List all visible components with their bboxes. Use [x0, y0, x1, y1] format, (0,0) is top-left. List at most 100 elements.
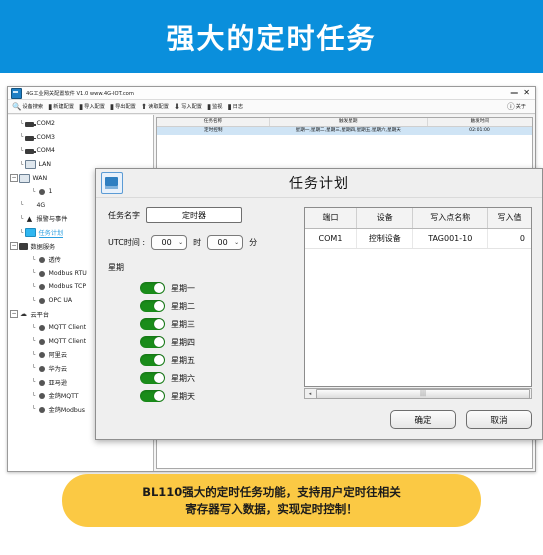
weekday-row-4: 星期五 — [140, 351, 298, 369]
tree-indent: └ — [31, 338, 36, 345]
tree-item-label: 金鸽MQTT — [48, 393, 79, 401]
tree-indent: └ — [31, 392, 36, 399]
write-point-grid[interactable]: 端口 设备 写入点名称 写入值 COM1 控制设备 TAG001-10 0 — [304, 207, 532, 387]
tree-item-2[interactable]: └ COM4 — [10, 144, 153, 158]
toolbar-button-export-config[interactable]: ▮ 导出配置 — [110, 103, 136, 111]
task-plan-icon — [25, 228, 36, 238]
tree-item-label: 4G — [36, 201, 46, 209]
weekday-toggle-0[interactable] — [140, 282, 165, 294]
node-icon — [38, 298, 45, 305]
weekday-toggle-1[interactable] — [140, 300, 165, 312]
node-icon — [38, 325, 45, 332]
tree-item-0[interactable]: └ COM2 — [10, 117, 153, 131]
hour-value: 00 — [161, 238, 172, 247]
dialog-actions: 确定 取消 — [390, 410, 532, 429]
toolbar-button-write-config[interactable]: ⬇ 写入配置 — [174, 103, 202, 111]
task-name-input[interactable]: 定时器 — [146, 207, 242, 223]
table-row[interactable]: COM1 控制设备 TAG001-10 0 — [305, 229, 531, 249]
cell-trigger-time: 02:01:00 — [469, 128, 490, 133]
tree-item-label: 云平台 — [30, 311, 50, 319]
weekday-label: 星期四 — [171, 337, 195, 347]
tree-expander-icon[interactable]: − — [10, 174, 18, 183]
weekday-toggle-6[interactable] — [140, 390, 165, 402]
toolbar-button-new-config[interactable]: ▮ 新建配置 — [48, 103, 74, 111]
chevron-down-icon: ⌄ — [178, 239, 184, 246]
tree-expander-icon[interactable]: − — [10, 310, 18, 319]
tree-item-label: Modbus TCP — [48, 283, 87, 291]
tree-indent: └ — [31, 406, 36, 413]
toggle-knob — [154, 391, 164, 401]
node-icon — [38, 257, 45, 264]
weekday-row-5: 星期六 — [140, 369, 298, 387]
weekday-toggle-5[interactable] — [140, 372, 165, 384]
com-port-icon — [25, 135, 36, 141]
toolbar-button-import-config[interactable]: ▮ 导入配置 — [79, 103, 105, 111]
weekday-toggle-2[interactable] — [140, 318, 165, 330]
monitor-icon: ▮ — [206, 101, 212, 111]
minute-select[interactable]: 00 ⌄ — [207, 235, 244, 250]
weekday-label: 星期一 — [171, 283, 195, 293]
tree-item-label: 任务计划 — [38, 229, 64, 238]
node-icon — [38, 284, 45, 291]
tree-item-label: 1 — [48, 188, 53, 196]
tree-item-label: MQTT Client — [48, 324, 87, 332]
tree-item-label: 报警与事件 — [36, 216, 68, 224]
import-config-icon: ▮ — [79, 101, 84, 111]
task-plan-dialog: 任务计划 任务名字 定时器 UTC时间 : 00 ⌄ 时 00 ⌄ 分 星期 星… — [95, 168, 543, 440]
node-icon — [38, 270, 45, 277]
toolbar-button-about[interactable]: ⓘ 关于 — [507, 103, 526, 111]
search-icon: 🔍 — [12, 101, 22, 111]
table-row[interactable]: 定时控制 星期一,星期二,星期三,星期四,星期五,星期六,星期天 02:01:0… — [157, 127, 532, 135]
weekday-toggle-3[interactable] — [140, 336, 165, 348]
task-list-header: 任务名称 触发星期 触发时间 — [157, 118, 532, 127]
export-config-icon: ▮ — [109, 101, 115, 111]
tree-indent: └ — [19, 120, 24, 127]
toolbar-label: 日志 — [232, 104, 244, 110]
com-port-icon — [25, 149, 36, 155]
scrollbar-thumb[interactable]: ||| — [316, 388, 530, 399]
tree-expander-icon[interactable]: − — [10, 242, 18, 251]
minimize-icon[interactable]: — — [510, 89, 518, 97]
weekday-toggle-4[interactable] — [140, 354, 165, 366]
weekday-label: 星期天 — [171, 391, 195, 401]
toolbar-button-search[interactable]: 🔍 设备搜索 — [12, 103, 43, 111]
server-icon — [19, 242, 28, 250]
tree-indent: └ — [31, 283, 36, 290]
toolbar-label: 写入配置 — [181, 104, 202, 110]
tree-item-1[interactable]: └ COM3 — [10, 131, 153, 145]
tree-indent: └ — [19, 134, 24, 141]
tree-item-label: COM2 — [36, 120, 55, 128]
weekday-toggle-list: 星期一 星期二 星期三 星期四 星期五 星期六 星期天 — [108, 279, 298, 405]
column-header-port: 端口 — [305, 208, 357, 228]
tree-item-label: Modbus RTU — [48, 269, 87, 277]
tree-indent: └ — [19, 202, 24, 209]
page-banner: 强大的定时任务 — [0, 0, 543, 73]
toolbar-button-monitor[interactable]: ▮ 监视 — [207, 103, 223, 111]
column-header-device: 设备 — [357, 208, 414, 228]
weekday-row-1: 星期二 — [140, 297, 298, 315]
task-name-label: 任务名字 — [108, 210, 140, 220]
log-icon: ▮ — [227, 101, 232, 111]
scroll-left-arrow-icon[interactable]: ◂ — [305, 391, 315, 397]
grid-horizontal-scrollbar[interactable]: ◂ ||| — [304, 388, 532, 399]
ok-button[interactable]: 确定 — [390, 410, 456, 429]
toggle-knob — [154, 373, 164, 383]
close-icon[interactable]: ✕ — [523, 89, 530, 97]
window-title: 4G工业网关配置软件 V1.0 www.4G-IOT.com — [26, 90, 134, 97]
tree-item-label: 透传 — [48, 257, 61, 265]
cancel-button[interactable]: 取消 — [466, 410, 532, 429]
toolbar-button-read-config[interactable]: ⬆ 读取配置 — [141, 103, 169, 111]
new-config-icon: ▮ — [48, 101, 53, 111]
weekday-row-0: 星期一 — [140, 279, 298, 297]
minute-unit-label: 分 — [249, 238, 258, 247]
tree-indent: └ — [31, 188, 36, 195]
tree-item-label: 数据服务 — [30, 243, 56, 251]
download-arrow-icon: ⬇ — [173, 101, 181, 111]
weekday-label: 星期二 — [171, 301, 195, 311]
toolbar-button-log[interactable]: ▮ 日志 — [227, 103, 243, 111]
task-name-row: 任务名字 定时器 — [108, 207, 298, 223]
tree-indent: └ — [31, 365, 36, 372]
tree-item-label: COM3 — [36, 133, 55, 141]
hour-select[interactable]: 00 ⌄ — [151, 235, 188, 250]
cell-port: COM1 — [305, 229, 357, 248]
